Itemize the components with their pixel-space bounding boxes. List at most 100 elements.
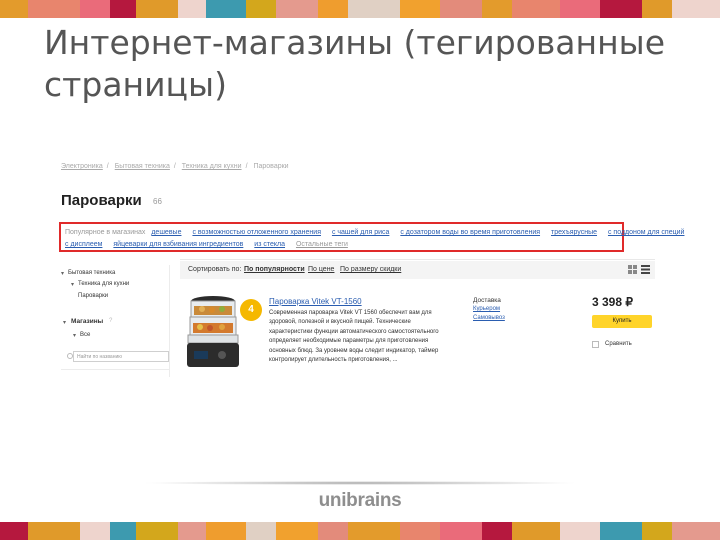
tag-link[interactable]: из стекла xyxy=(254,241,285,248)
stripe-segment xyxy=(276,522,318,540)
sort-option-popularity[interactable]: По популярности xyxy=(244,266,305,273)
unibrains-logo: unibrains xyxy=(318,490,402,511)
stripe-segment xyxy=(440,0,482,18)
breadcrumb-separator: / xyxy=(106,163,109,170)
tag-link[interactable]: яйцеварки для взбивания ингредиентов xyxy=(113,241,243,248)
sort-option-discount[interactable]: По размеру скидки xyxy=(340,266,401,273)
divider xyxy=(61,369,169,370)
more-tags-link[interactable]: Остальные теги xyxy=(296,241,348,248)
filter-option-all[interactable]: Все xyxy=(80,332,90,338)
stripe-segment xyxy=(110,0,136,18)
list-view-icon[interactable] xyxy=(641,265,650,274)
product-description: Современная пароварка Vitek VT 1560 обес… xyxy=(269,310,439,364)
category-link[interactable]: Бытовая техника xyxy=(68,270,115,276)
breadcrumb-item[interactable]: Бытовая техника xyxy=(115,163,170,170)
product-card: 4 Пароварка Vitek VT-1560 Современная па… xyxy=(180,291,655,381)
breadcrumb-current: Пароварки xyxy=(253,163,289,170)
sort-option-price[interactable]: По цене xyxy=(308,266,334,273)
stripe-segment xyxy=(110,522,136,540)
caret-down-icon: ▾ xyxy=(73,333,77,339)
stripe-segment xyxy=(642,522,672,540)
help-icon[interactable]: ? xyxy=(109,318,112,324)
stripe-segment xyxy=(512,0,560,18)
stripe-segment xyxy=(206,522,246,540)
grid-view-icon[interactable] xyxy=(628,265,637,274)
buy-button[interactable]: Купить xyxy=(592,315,652,328)
stripe-segment xyxy=(246,0,276,18)
delivery-option-link[interactable]: Самовывоз xyxy=(473,315,505,321)
breadcrumb-item[interactable]: Техника для кухни xyxy=(182,163,242,170)
stripe-segment xyxy=(672,522,720,540)
stripe-segment xyxy=(28,522,80,540)
stripe-segment xyxy=(482,522,512,540)
tag-link[interactable]: с дозатором воды во время приготовления xyxy=(400,229,540,236)
stripe-segment xyxy=(276,0,318,18)
compare-label[interactable]: Сравнить xyxy=(605,341,632,347)
slide-title: Интернет-магазины (тегированные страницы… xyxy=(44,23,666,104)
screenshot-panel: Электроника / Бытовая техника / Техника дл… xyxy=(55,155,684,485)
product-title-link[interactable]: Пароварка Vitek VT-1560 xyxy=(269,297,362,306)
stripe-segment xyxy=(560,522,600,540)
tag-link[interactable]: с возможностью отложенного хранения xyxy=(192,229,321,236)
filter-sidebar: ▾ Бытовая техника ▾ Техника для кухни Па… xyxy=(61,265,170,377)
tag-link[interactable]: с поддоном для специй xyxy=(608,229,684,236)
delivery-label: Доставка xyxy=(473,297,501,304)
product-price: 3 398 ₽ xyxy=(592,295,633,309)
tag-link[interactable]: с чашей для риса xyxy=(332,229,389,236)
delivery-option-link[interactable]: Курьером xyxy=(473,306,500,312)
filter-heading[interactable]: Магазины xyxy=(71,318,103,325)
caret-down-icon: ▾ xyxy=(61,271,65,277)
stripe-segment xyxy=(318,522,348,540)
tag-row-2: с дисплеем яйцеварки для взбивания ингре… xyxy=(65,241,348,248)
caret-down-icon: ▾ xyxy=(71,282,75,288)
tag-row-1: Популярное в магазинах дешевые с возможн… xyxy=(65,229,693,236)
product-image[interactable] xyxy=(182,295,244,371)
result-count: 66 xyxy=(153,197,162,206)
breadcrumb-item[interactable]: Электроника xyxy=(61,163,103,170)
stripe-segment xyxy=(600,0,642,18)
rating-badge: 4 xyxy=(240,299,262,321)
stripe-segment xyxy=(348,0,400,18)
compare-checkbox[interactable] xyxy=(592,341,599,348)
stripe-segment xyxy=(672,0,720,18)
stripe-segment xyxy=(80,522,110,540)
breadcrumb-separator: / xyxy=(173,163,176,170)
stripe-segment xyxy=(178,522,206,540)
page-title: Пароварки xyxy=(61,192,142,209)
stripe-segment xyxy=(206,0,246,18)
stripe-segment xyxy=(80,0,110,18)
stripe-segment xyxy=(600,522,642,540)
stripe-segment xyxy=(136,522,178,540)
category-link[interactable]: Техника для кухни xyxy=(78,281,129,287)
stripe-segment xyxy=(440,522,482,540)
bottom-stripe xyxy=(0,522,720,540)
sort-bar: Сортировать по: По популярности По цене … xyxy=(180,261,655,279)
tag-link[interactable]: с дисплеем xyxy=(65,241,102,248)
caret-down-icon: ▾ xyxy=(63,320,67,326)
tag-links-highlight: Популярное в магазинах дешевые с возможн… xyxy=(59,222,684,252)
stripe-segment xyxy=(400,522,440,540)
breadcrumb: Электроника / Бытовая техника / Техника дл… xyxy=(61,163,289,170)
stripe-segment xyxy=(642,0,672,18)
breadcrumb-separator: / xyxy=(245,163,248,170)
top-stripe xyxy=(0,0,720,18)
stripe-segment xyxy=(318,0,348,18)
stripe-segment xyxy=(400,0,440,18)
stripe-segment xyxy=(0,522,28,540)
divider xyxy=(180,259,655,260)
stripe-segment xyxy=(136,0,178,18)
stripe-segment xyxy=(482,0,512,18)
sort-label: Сортировать по: xyxy=(188,266,242,273)
tag-link[interactable]: дешевые xyxy=(151,229,181,236)
stripe-segment xyxy=(178,0,206,18)
stripe-segment xyxy=(0,0,28,18)
stripe-segment xyxy=(28,0,80,18)
tag-link[interactable]: трехъярусные xyxy=(551,229,597,236)
category-current: Пароварки xyxy=(78,293,109,299)
shop-search-input[interactable]: Найти по названию xyxy=(73,351,169,362)
panel-shadow xyxy=(140,481,580,485)
stripe-segment xyxy=(560,0,600,18)
tags-label: Популярное в магазинах xyxy=(65,229,146,236)
stripe-segment xyxy=(348,522,400,540)
stripe-segment xyxy=(246,522,276,540)
